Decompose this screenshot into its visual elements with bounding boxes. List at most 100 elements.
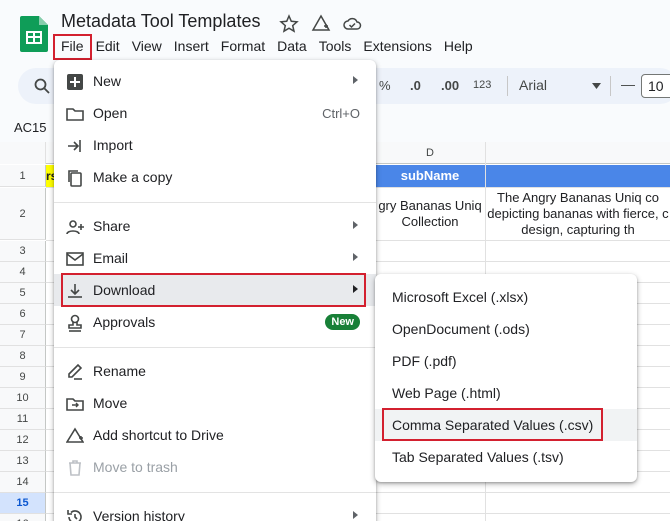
download-pdf[interactable]: PDF (.pdf)	[375, 345, 637, 377]
menu-version-history[interactable]: Version history	[54, 500, 376, 521]
menu-edit[interactable]: Edit	[90, 36, 126, 58]
folder-open-icon	[66, 108, 84, 121]
menu-rename[interactable]: Rename	[54, 355, 376, 387]
menu-data[interactable]: Data	[271, 36, 313, 58]
menu-separator	[54, 202, 376, 203]
new-sheet-icon	[67, 74, 83, 90]
menu-separator	[54, 347, 376, 348]
menu-approvals[interactable]: Approvals New	[54, 306, 376, 338]
import-icon	[68, 140, 81, 152]
menu-email-label: Email	[93, 250, 129, 266]
download-pdf-label: PDF (.pdf)	[392, 353, 457, 369]
submenu-arrow-icon	[353, 221, 358, 229]
cell-d2-line1: gry Bananas Uniq	[378, 198, 482, 213]
menu-email[interactable]: Email	[54, 242, 376, 274]
email-icon	[66, 252, 84, 266]
menu-extensions[interactable]: Extensions	[357, 36, 437, 58]
row-header-7[interactable]: 7	[0, 325, 46, 346]
menu-make-copy-label: Make a copy	[93, 169, 173, 185]
menu-approvals-label: Approvals	[93, 314, 156, 330]
menu-bar: File Edit View Insert Format Data Tools …	[53, 34, 479, 60]
increase-decimal-button[interactable]: .00	[441, 78, 459, 93]
row-header-15[interactable]: 15	[0, 493, 46, 514]
decrease-font-size-button[interactable]: —	[621, 76, 635, 92]
cell-d1-subname[interactable]: subName	[375, 165, 485, 187]
menu-open[interactable]: Open Ctrl+O	[54, 97, 376, 129]
row-header-11[interactable]: 11	[0, 409, 46, 430]
download-html[interactable]: Web Page (.html)	[375, 377, 637, 409]
menu-format[interactable]: Format	[215, 36, 271, 58]
cell-e2[interactable]: The Angry Bananas Uniq co depicting bana…	[486, 190, 670, 238]
font-select[interactable]: Arial	[519, 77, 547, 93]
download-ods-label: OpenDocument (.ods)	[392, 321, 530, 337]
cell-e1-header[interactable]	[486, 165, 670, 187]
cell-e2-line1: The Angry Bananas Uniq co	[497, 190, 659, 205]
row-header-6[interactable]: 6	[0, 304, 46, 325]
download-xlsx-label: Microsoft Excel (.xlsx)	[392, 289, 529, 305]
menu-help[interactable]: Help	[438, 36, 479, 58]
row-header-3[interactable]: 3	[0, 241, 46, 262]
cell-e2-line3: design, capturing th	[521, 222, 635, 237]
cell-d2[interactable]: gry Bananas Uniq Collection	[375, 198, 485, 230]
menu-insert[interactable]: Insert	[168, 36, 215, 58]
download-html-label: Web Page (.html)	[392, 385, 501, 401]
decrease-decimal-button[interactable]: .0	[410, 78, 421, 93]
menu-rename-label: Rename	[93, 363, 146, 379]
row-header-9[interactable]: 9	[0, 367, 46, 388]
menu-add-shortcut[interactable]: Add shortcut to Drive	[54, 419, 376, 451]
sheets-logo-icon[interactable]	[20, 16, 48, 52]
cloud-saved-icon[interactable]	[342, 14, 362, 34]
submenu-arrow-icon	[353, 511, 358, 519]
menu-version-history-label: Version history	[93, 508, 185, 521]
move-to-folder-icon[interactable]	[311, 14, 331, 34]
share-person-icon	[66, 220, 84, 235]
download-tsv[interactable]: Tab Separated Values (.tsv)	[375, 441, 637, 473]
number-format-button[interactable]: 123	[473, 79, 491, 91]
format-percent-button[interactable]: %	[379, 78, 391, 93]
menu-move-to-trash-label: Move to trash	[93, 459, 178, 475]
font-size-input[interactable]: 10	[641, 74, 670, 98]
toolbar-divider	[610, 76, 611, 96]
row-header-5[interactable]: 5	[0, 283, 46, 304]
menu-new-label: New	[93, 73, 122, 89]
menu-share-label: Share	[93, 218, 131, 234]
menu-import[interactable]: Import	[54, 129, 376, 161]
submenu-arrow-icon	[353, 76, 358, 84]
select-all-corner[interactable]	[0, 142, 46, 164]
row-header-2[interactable]: 2	[0, 188, 46, 240]
menu-move-to-trash: Move to trash	[54, 451, 376, 483]
menu-share[interactable]: Share	[54, 210, 376, 242]
row-header-10[interactable]: 10	[0, 388, 46, 409]
row-header-13[interactable]: 13	[0, 451, 46, 472]
menu-add-shortcut-label: Add shortcut to Drive	[93, 427, 224, 443]
search-menus-icon[interactable]	[34, 78, 50, 94]
download-ods[interactable]: OpenDocument (.ods)	[375, 313, 637, 345]
name-box[interactable]: AC15	[14, 120, 47, 135]
menu-make-copy[interactable]: Make a copy	[54, 161, 376, 193]
submenu-arrow-icon	[353, 253, 358, 261]
history-icon	[67, 510, 82, 521]
row-header-16[interactable]: 16	[0, 514, 46, 521]
document-title[interactable]: Metadata Tool Templates	[61, 11, 260, 32]
font-dropdown-icon[interactable]	[592, 83, 601, 89]
menu-view[interactable]: View	[126, 36, 168, 58]
open-shortcut: Ctrl+O	[322, 106, 360, 121]
menu-file[interactable]: File	[53, 34, 92, 60]
row-header-1[interactable]: 1	[0, 165, 46, 187]
row-header-14[interactable]: 14	[0, 472, 46, 493]
row-header-4[interactable]: 4	[0, 262, 46, 283]
copy-icon	[68, 170, 82, 187]
menu-new[interactable]: New	[54, 65, 376, 97]
download-xlsx[interactable]: Microsoft Excel (.xlsx)	[375, 281, 637, 313]
row-header-8[interactable]: 8	[0, 346, 46, 367]
download-tsv-label: Tab Separated Values (.tsv)	[392, 449, 564, 465]
menu-tools[interactable]: Tools	[313, 36, 358, 58]
approvals-stamp-icon	[68, 314, 82, 332]
menu-move[interactable]: Move	[54, 387, 376, 419]
menu-open-label: Open	[93, 105, 128, 121]
column-header-d[interactable]: D	[375, 142, 486, 164]
drive-shortcut-icon	[66, 427, 84, 443]
row-header-12[interactable]: 12	[0, 430, 46, 451]
star-icon[interactable]	[279, 14, 299, 34]
new-badge: New	[325, 314, 360, 330]
